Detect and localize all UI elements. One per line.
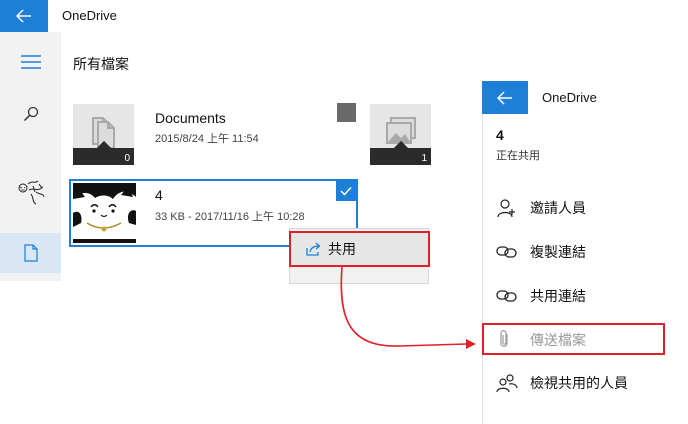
invite-person-icon [496, 197, 530, 219]
search-icon [23, 106, 38, 122]
back-arrow-icon [16, 9, 31, 23]
invite-people-item[interactable]: 邀請人員 [496, 193, 686, 223]
avatar-sketch-icon [18, 180, 44, 205]
documents-folder-tile[interactable]: 0 [73, 104, 134, 165]
file-4-meta: 33 KB - 2017/11/16 上午 10:28 [155, 211, 305, 223]
back-button[interactable] [0, 0, 48, 32]
link-icon [496, 244, 530, 260]
documents-meta: 2015/8/24 上午 11:54 [155, 133, 259, 145]
view-shared-people-label: 檢視共用的人員 [530, 375, 628, 391]
file-icon [23, 244, 38, 262]
panel-subtitle: 正在共用 [496, 150, 540, 162]
photo-folder-tile[interactable]: 1 [370, 104, 431, 165]
share-link-label: 共用連結 [530, 288, 586, 304]
panel-app-title: OneDrive [542, 90, 597, 105]
panel-back-button[interactable] [482, 81, 528, 114]
app-title: OneDrive [62, 8, 117, 23]
people-icon [496, 373, 530, 393]
selection-checkbox[interactable] [337, 103, 356, 122]
hamburger-icon [20, 55, 41, 69]
link-icon [496, 288, 530, 304]
panel-item-title: 4 [496, 127, 504, 143]
checkmark-icon [340, 186, 352, 196]
documents-item-count: 0 [124, 153, 130, 164]
share-link-item[interactable]: 共用連結 [496, 281, 686, 311]
selected-checkbox[interactable] [336, 181, 356, 201]
file-4-name[interactable]: 4 [155, 187, 163, 203]
cat-photo-thumbnail [73, 183, 136, 243]
invite-people-label: 邀請人員 [530, 200, 586, 216]
documents-name[interactable]: Documents [155, 110, 226, 126]
search-button[interactable] [0, 98, 61, 130]
view-shared-people-item[interactable]: 檢視共用的人員 [496, 368, 686, 398]
page-title: 所有檔案 [73, 56, 129, 72]
copy-link-item[interactable]: 複製連結 [496, 237, 686, 267]
hamburger-menu-button[interactable] [0, 46, 61, 78]
files-nav-button[interactable] [0, 233, 61, 273]
nav-rail [0, 32, 61, 281]
file-4-thumbnail [73, 183, 136, 243]
send-files-highlight-box [482, 323, 665, 355]
copy-link-label: 複製連結 [530, 244, 586, 260]
back-arrow-icon [497, 90, 512, 105]
share-highlight-box [289, 231, 430, 267]
account-avatar-button[interactable] [0, 172, 61, 212]
photo-folder-count: 1 [421, 153, 427, 164]
